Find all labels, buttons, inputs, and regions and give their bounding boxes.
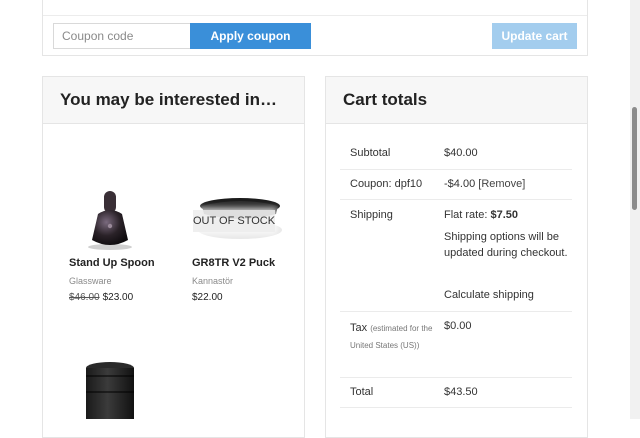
tax-label-text: Tax (350, 322, 368, 334)
product-sale-price: $23.00 (102, 292, 134, 303)
product-name-gr8tr-v2-puck[interactable]: GR8TR V2 Puck (192, 257, 275, 269)
apply-coupon-button[interactable]: Apply coupon (190, 23, 311, 49)
product-brand-kannastor: Kannastör (192, 276, 234, 286)
coupon-label: Coupon: dpf10 (350, 178, 423, 190)
product-name-stand-up-spoon[interactable]: Stand Up Spoon (69, 257, 155, 269)
total-label: Total (350, 386, 374, 398)
cross-sells-header: You may be interested in… (43, 77, 304, 124)
shipping-row: Shipping Flat rate: $7.50 Shipping optio… (340, 199, 572, 312)
coupon-value: -$4.00 [Remove] (444, 178, 525, 190)
tax-value: $0.00 (444, 320, 472, 332)
cart-totals-header: Cart totals (326, 77, 587, 124)
coupon-discount: -$4.00 (444, 178, 476, 190)
cross-sells-title: You may be interested in… (60, 90, 277, 109)
subtotal-row: Subtotal $40.00 (340, 138, 572, 170)
coupon-code-input[interactable] (53, 23, 200, 49)
product-brand-glassware: Glassware (69, 276, 112, 286)
scrollbar-thumb[interactable] (632, 107, 637, 210)
subtotal-label: Subtotal (350, 147, 391, 159)
shipping-rate: Flat rate: $7.50 (444, 209, 518, 221)
flat-rate-value: $7.50 (490, 209, 518, 221)
product-card-gr8tr-v2-puck[interactable] (190, 180, 290, 310)
product-card-grinder[interactable] (80, 358, 140, 419)
cart-table-bottom-edge (43, 0, 587, 16)
out-of-stock-badge: OUT OF STOCK (193, 210, 275, 232)
stand-up-spoon-image (88, 191, 132, 250)
remove-coupon-link[interactable]: [Remove] (478, 178, 525, 190)
total-value: $43.50 (444, 386, 478, 398)
product-price-stand-up-spoon: $46.00 $23.00 (69, 292, 133, 303)
calculate-shipping-link[interactable]: Calculate shipping (444, 289, 534, 301)
coupon-row: Coupon: dpf10 -$4.00 [Remove] (340, 169, 572, 200)
shipping-label: Shipping (350, 209, 393, 221)
product-card-stand-up-spoon[interactable] (60, 180, 170, 310)
tax-label: Tax (estimated for the United States (US… (350, 320, 434, 354)
shipping-note: Shipping options will be updated during … (444, 231, 568, 259)
coupon-bar: Apply coupon Update cart (42, 0, 588, 56)
subtotal-value: $40.00 (444, 147, 478, 159)
update-cart-button[interactable]: Update cart (492, 23, 577, 49)
grinder-image (86, 362, 134, 419)
flat-rate-label: Flat rate: (444, 209, 491, 221)
total-row: Total $43.50 (340, 377, 572, 408)
page-scrollbar[interactable] (630, 0, 640, 419)
product-price-gr8tr-v2-puck: $22.00 (192, 292, 223, 303)
tax-row: Tax (estimated for the United States (US… (340, 311, 572, 378)
cart-totals-title: Cart totals (343, 90, 428, 109)
product-old-price: $46.00 (69, 292, 100, 303)
